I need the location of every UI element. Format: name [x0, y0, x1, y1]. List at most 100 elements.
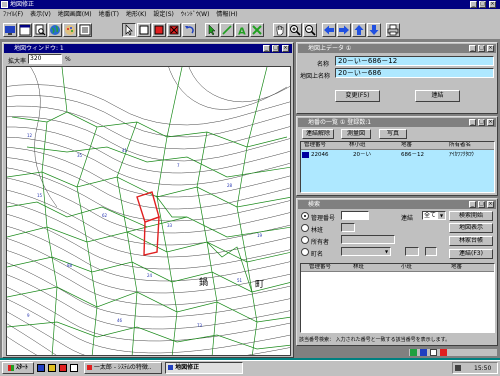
- list-minimize-button[interactable]: _: [469, 119, 476, 126]
- owner-input[interactable]: [341, 235, 395, 244]
- info-window-title-bar: 地図上データ ①: [298, 44, 496, 53]
- list-close-button[interactable]: ×: [487, 119, 494, 126]
- change-button-label: 変更(F5): [345, 92, 370, 99]
- arrow-right-icon[interactable]: [337, 23, 351, 37]
- hand-icon[interactable]: [273, 23, 287, 37]
- map-display-button[interactable]: 地図表示: [449, 223, 493, 233]
- zoom-input[interactable]: 320: [28, 54, 62, 64]
- search-window: 検索 _ □ × 管理番号 連結 全て ▼ 林班 所有者 町名 ▼ 検索開始 地…: [296, 198, 498, 346]
- list-icon[interactable]: [78, 23, 92, 37]
- map-canvas[interactable]: 12 35 41 7 28 15 62 33 19 88 24 51 9 46 73 鍋 町: [6, 66, 291, 356]
- search-link-button[interactable]: 連結(F3): [449, 249, 493, 259]
- arrow-up-icon[interactable]: [352, 23, 366, 37]
- zoom-out-icon[interactable]: [303, 23, 317, 37]
- menu-lot[interactable]: 地番(T): [99, 11, 119, 18]
- undo-icon[interactable]: [182, 23, 196, 37]
- menu-terrain[interactable]: 地形(K): [126, 11, 147, 18]
- menu-view[interactable]: 表示(V): [30, 11, 51, 18]
- menu-file[interactable]: ﾌｧｲﾙ(F): [3, 11, 23, 18]
- map-window-title: 地図ウィンドウ: 1: [14, 45, 64, 52]
- ime-icon-1[interactable]: [410, 349, 417, 356]
- town-sub-input-2[interactable]: [425, 247, 437, 256]
- map-display-label: 地図表示: [458, 224, 483, 231]
- manage-number-input[interactable]: [341, 211, 369, 220]
- name-field[interactable]: 20－い－686－12: [335, 56, 494, 66]
- palette-icon[interactable]: [63, 23, 77, 37]
- arrow-tool-icon[interactable]: [205, 23, 219, 37]
- cross-tool-icon[interactable]: [167, 23, 181, 37]
- arrow-down-icon[interactable]: [367, 23, 381, 37]
- row-lot: 686－12: [401, 152, 424, 158]
- delete-tool-icon[interactable]: [250, 23, 264, 37]
- forest-class-input[interactable]: [341, 223, 355, 232]
- radio-town[interactable]: [301, 248, 309, 256]
- town-select[interactable]: ▼: [341, 247, 391, 256]
- search-doc-icon[interactable]: [33, 23, 47, 37]
- maximize-button[interactable]: □: [479, 1, 486, 8]
- link-filter-select[interactable]: 全て ▼: [422, 211, 446, 220]
- speaker-icon[interactable]: [455, 365, 461, 371]
- town-chevron-down-icon[interactable]: ▼: [383, 248, 390, 255]
- survey-map-button[interactable]: 測量図: [341, 129, 371, 139]
- photo-button[interactable]: 写真: [379, 129, 407, 139]
- chevron-down-icon[interactable]: ▼: [438, 212, 445, 219]
- task-ichitaro[interactable]: 一太郎 - ｼｽﾃﾑの特徴..: [84, 362, 162, 374]
- change-button[interactable]: 変更(F5): [335, 90, 380, 102]
- select-pointer-icon[interactable]: [122, 23, 136, 37]
- lot-list: 管理番号 林小班 地番 所有者名 22046 20－い 686－12 ｱｲｶﾜﾌ…: [300, 141, 495, 193]
- search-minimize-button[interactable]: _: [469, 201, 476, 208]
- forest-ledger-button[interactable]: 林家台帳: [449, 236, 493, 246]
- search-start-button[interactable]: 検索開始: [449, 211, 493, 221]
- ime-icon-2[interactable]: [420, 349, 427, 356]
- menu-map-screen[interactable]: 地図画面(M): [58, 11, 92, 18]
- minimize-button[interactable]: _: [470, 1, 477, 8]
- search-close-button[interactable]: ×: [487, 201, 494, 208]
- quick-launch-icon-4[interactable]: [70, 364, 78, 372]
- forest-ledger-label: 林家台帳: [458, 237, 483, 244]
- quick-launch-icon-1[interactable]: [37, 364, 45, 372]
- text-tool-icon[interactable]: A: [235, 23, 249, 37]
- menu-settings[interactable]: 設定(S): [153, 11, 174, 18]
- quick-launch-icon-3[interactable]: [59, 364, 67, 372]
- task-map-edit-icon: [168, 365, 173, 370]
- list-maximize-button[interactable]: □: [478, 119, 485, 126]
- printer-icon[interactable]: [386, 23, 400, 37]
- town-sub-input-1[interactable]: [405, 247, 419, 256]
- rectangle-tool-icon[interactable]: [137, 23, 151, 37]
- menu-info[interactable]: 情報(H): [216, 11, 237, 18]
- close-button[interactable]: ×: [489, 1, 496, 8]
- map-close-button[interactable]: ×: [282, 45, 289, 52]
- map-name-field[interactable]: 20－い－686: [335, 68, 494, 78]
- window-icon[interactable]: [18, 23, 32, 37]
- list-window: 地番の一覧 ① 登録数:1 _ □ × 連結解除 測量図 写真 管理番号 林小班…: [296, 116, 498, 196]
- link-button[interactable]: 連結: [415, 90, 460, 102]
- zoom-in-icon[interactable]: [288, 23, 302, 37]
- task-map-edit[interactable]: 地図修正: [165, 362, 243, 374]
- line-tool-icon[interactable]: [220, 23, 234, 37]
- table-row[interactable]: 22046 20－い 686－12 ｱｲｶﾜﾌｸﾀﾛｳ: [301, 151, 494, 159]
- radio-owner[interactable]: [301, 236, 309, 244]
- globe-icon[interactable]: [48, 23, 62, 37]
- app-title: 地図修正: [10, 1, 35, 8]
- map-minimize-button[interactable]: _: [263, 45, 270, 52]
- map-maximize-button[interactable]: □: [272, 45, 279, 52]
- quick-launch-icon-2[interactable]: [48, 364, 56, 372]
- menu-window[interactable]: ｳｨﾝﾄﾞｳ(W): [181, 11, 210, 18]
- clock: 15:50: [474, 365, 492, 372]
- search-maximize-button[interactable]: □: [478, 201, 485, 208]
- monitor-icon[interactable]: [3, 23, 17, 37]
- info-close-button[interactable]: ×: [487, 45, 494, 52]
- ime-icon-4[interactable]: [440, 349, 447, 356]
- fill-rect-tool-icon[interactable]: [152, 23, 166, 37]
- lot-header-id: 管理番号: [304, 142, 327, 148]
- start-button[interactable]: ｽﾀｰﾄ: [2, 362, 34, 374]
- info-minimize-button[interactable]: _: [469, 45, 476, 52]
- arrow-left-icon[interactable]: [322, 23, 336, 37]
- info-maximize-button[interactable]: □: [478, 45, 485, 52]
- radio-manage-number[interactable]: [301, 212, 309, 220]
- radio-forest-class[interactable]: [301, 224, 309, 232]
- ime-icon-3[interactable]: [430, 349, 437, 356]
- map-window-title-bar: 地図ウィンドウ: 1: [4, 44, 292, 53]
- unlink-button[interactable]: 連結解除: [302, 129, 334, 139]
- survey-map-button-label: 測量図: [346, 130, 365, 137]
